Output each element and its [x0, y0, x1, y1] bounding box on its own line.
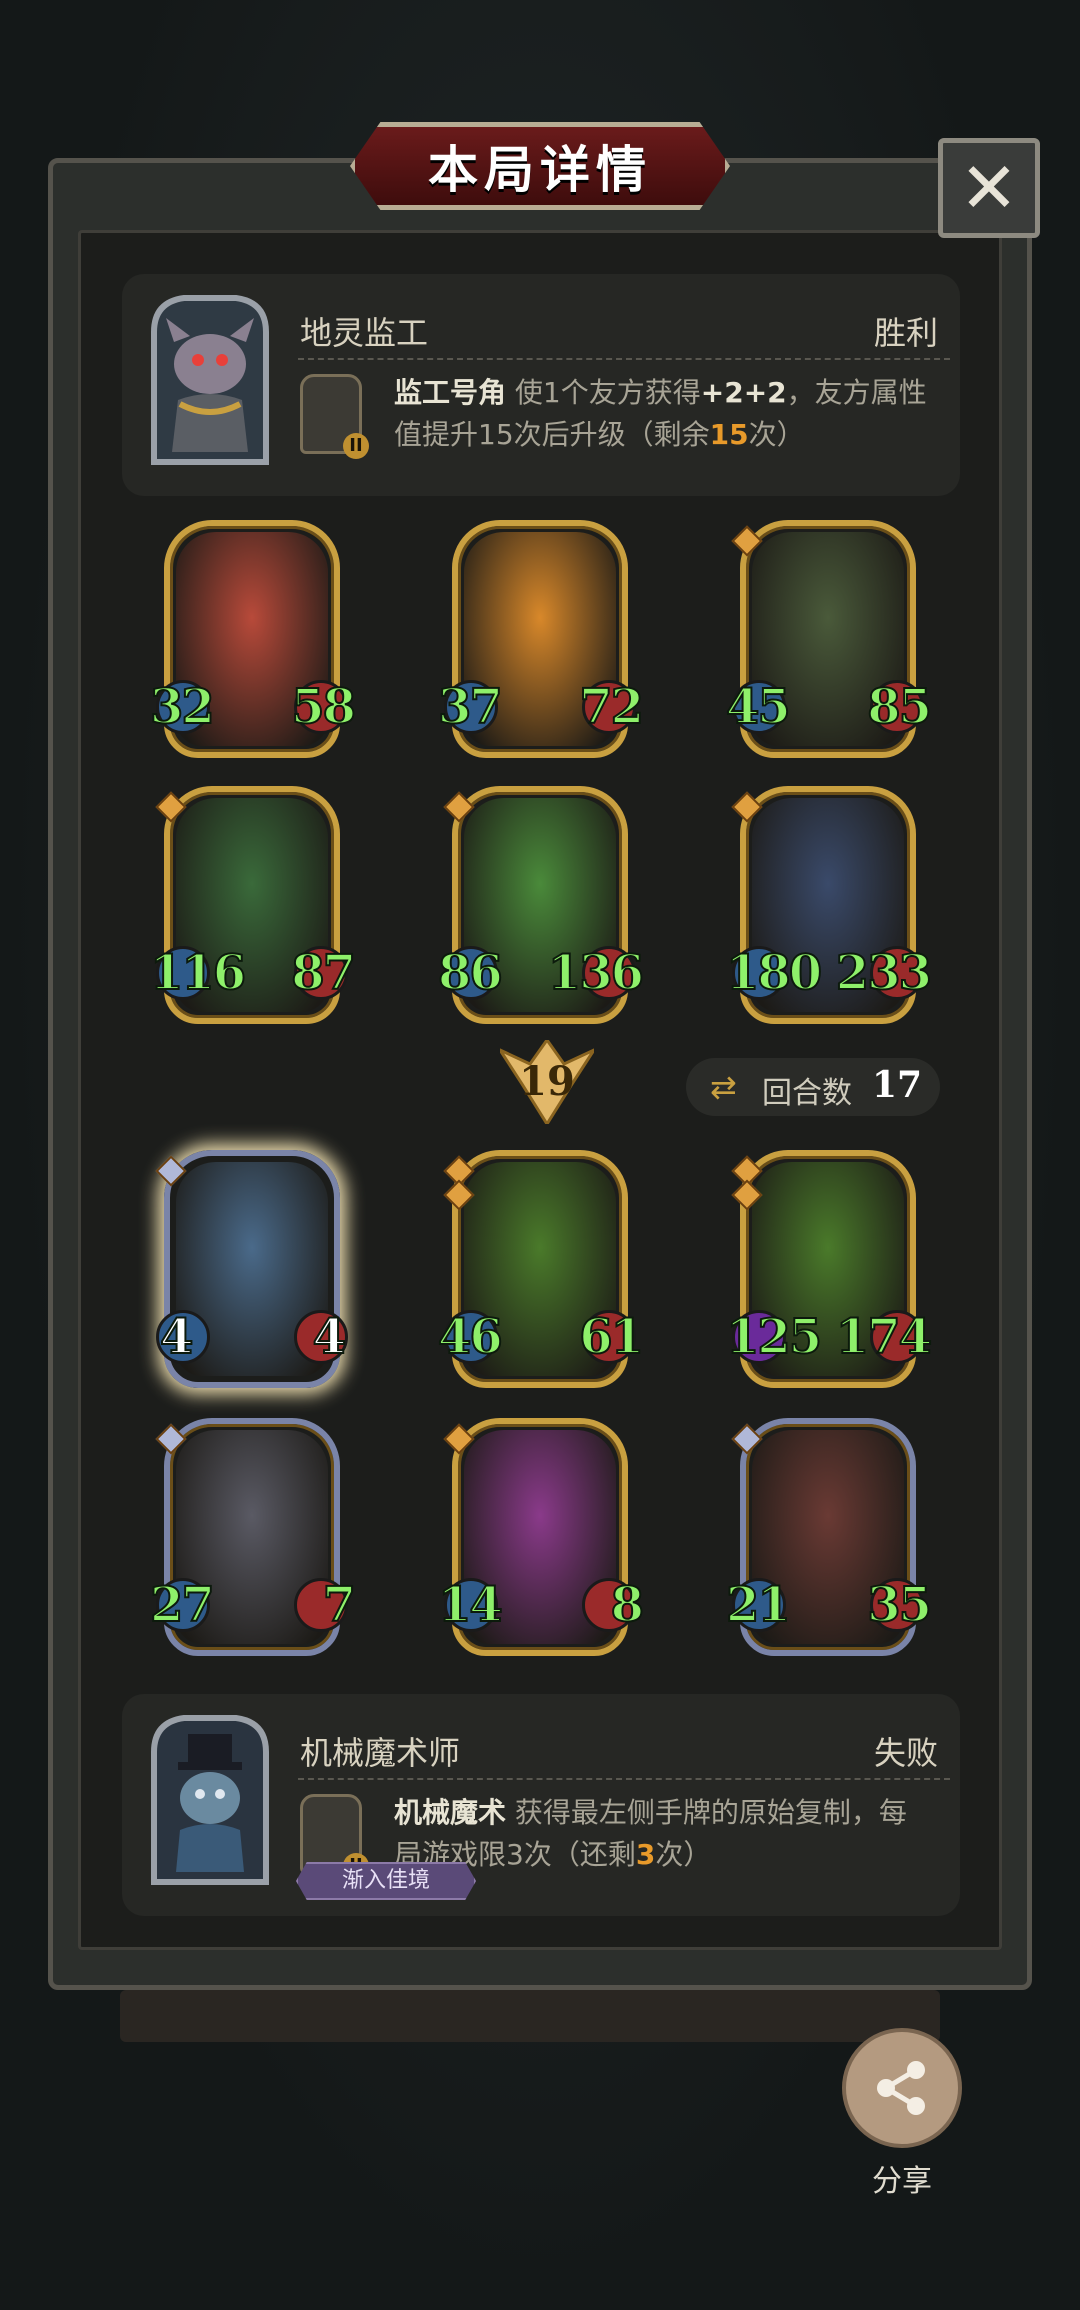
- unit-card[interactable]: 116 87: [149, 786, 357, 1024]
- skill-name: 机械魔术: [394, 1796, 507, 1829]
- health-value: 174: [835, 1309, 933, 1365]
- horn-skill-icon[interactable]: II: [300, 374, 369, 459]
- attack-value: 4: [159, 1309, 194, 1365]
- skill-name: 监工号角: [394, 376, 507, 409]
- top-player-skill-text: 监工号角 使1个友方获得+2+2，友方属性值提升15次后升级（剩余15次）: [394, 372, 934, 456]
- health-value: 72: [578, 679, 645, 735]
- round-number: 19: [519, 1058, 575, 1105]
- attack-value: 125: [725, 1309, 823, 1365]
- top-player-portrait[interactable]: [144, 292, 276, 470]
- unit-card[interactable]: 14 8: [437, 1418, 645, 1656]
- skill-level-badge: II: [343, 433, 369, 459]
- bottom-player-result: 失败: [873, 1734, 938, 1772]
- turns-value: 17: [872, 1064, 923, 1106]
- bottom-player-skill-text: 机械魔术 获得最左侧手牌的原始复制，每局游戏限3次（还剩3次）: [394, 1792, 934, 1876]
- attack-value: 27: [149, 1577, 216, 1633]
- bottom-player-portrait[interactable]: [144, 1712, 276, 1890]
- unit-card[interactable]: 46 61: [437, 1150, 645, 1388]
- unit-card-selected[interactable]: 4 4: [155, 1150, 348, 1388]
- health-value: 58: [290, 679, 357, 735]
- skill-bonus: +2+2: [700, 376, 787, 409]
- skill-desc: 次）: [748, 418, 805, 451]
- attack-value: 37: [437, 679, 504, 735]
- attack-value: 86: [437, 945, 504, 1001]
- divider: [298, 358, 950, 360]
- attack-value: 116: [149, 945, 247, 1001]
- unit-card[interactable]: 125 174: [725, 1150, 933, 1388]
- unit-card[interactable]: 27 7: [149, 1418, 357, 1656]
- health-value: 233: [835, 945, 933, 1001]
- health-value: 61: [578, 1309, 645, 1365]
- unit-card[interactable]: 21 35: [725, 1418, 933, 1656]
- attack-value: 14: [437, 1577, 504, 1633]
- attack-value: 180: [725, 945, 823, 1001]
- attack-value: 46: [437, 1309, 504, 1365]
- background-card-strip: [120, 1990, 940, 2042]
- health-value: 87: [290, 945, 357, 1001]
- attack-value: 45: [725, 679, 792, 735]
- health-value: 4: [312, 1309, 347, 1365]
- health-value: 7: [322, 1577, 357, 1633]
- bottom-player-name: 机械魔术师: [300, 1734, 461, 1772]
- share-icon: [877, 2061, 925, 2115]
- skill-remaining: 15: [709, 418, 749, 451]
- page-title: 本局详情: [428, 141, 652, 199]
- unit-card[interactable]: 37 72: [437, 520, 645, 758]
- skill-remaining: 3: [635, 1838, 656, 1871]
- status-tag: 渐入佳境: [296, 1862, 476, 1900]
- top-player-result: 胜利: [873, 314, 938, 352]
- health-value: 35: [866, 1577, 933, 1633]
- top-player-name: 地灵监工: [300, 314, 429, 352]
- top-player-panel: 地灵监工 胜利 II 监工号角 使1个友方获得+2+2，友方属性值提升15次后升…: [122, 274, 960, 496]
- close-icon: ✕: [959, 147, 1019, 229]
- attack-value: 32: [149, 679, 216, 735]
- turns-label: 回合数: [762, 1076, 852, 1111]
- share-button[interactable]: [842, 2028, 962, 2148]
- share-label: 分享: [872, 2164, 932, 2199]
- health-value: 8: [610, 1577, 645, 1633]
- health-value: 136: [547, 945, 645, 1001]
- title-plate: 本局详情: [350, 122, 730, 210]
- turns-counter: ⇄ 回合数 17: [686, 1058, 940, 1116]
- health-value: 85: [866, 679, 933, 735]
- bottom-player-panel: 机械魔术师 失败 II 机械魔术 获得最左侧手牌的原始复制，每局游戏限3次（还剩…: [122, 1694, 960, 1916]
- unit-card[interactable]: 32 58: [149, 520, 357, 758]
- divider: [298, 1778, 950, 1780]
- unit-card[interactable]: 180 233: [725, 786, 933, 1024]
- attack-value: 21: [725, 1577, 792, 1633]
- skill-desc: 使1个友方获得: [514, 376, 701, 409]
- close-button[interactable]: ✕: [938, 138, 1040, 238]
- cycle-icon: ⇄: [710, 1068, 737, 1106]
- unit-card[interactable]: 45 85: [725, 520, 933, 758]
- skill-desc: 次）: [655, 1838, 712, 1871]
- unit-card[interactable]: 86 136: [437, 786, 645, 1024]
